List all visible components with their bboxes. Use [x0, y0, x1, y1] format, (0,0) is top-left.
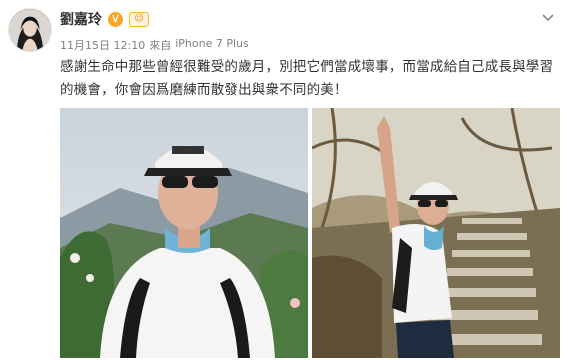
source-device[interactable]: iPhone 7 Plus — [175, 37, 249, 53]
post-header: 劉嘉玲 V ☺ — [60, 8, 149, 30]
photo-stairs-raised-arm[interactable] — [312, 108, 560, 358]
vip-level-icon: ☺ — [129, 11, 149, 27]
source-prefix: 來自 — [149, 39, 172, 52]
post-meta: 11月15日 12:10 來自 iPhone 7 Plus — [60, 37, 249, 53]
post-timestamp[interactable]: 11月15日 12:10 — [60, 37, 145, 53]
chevron-down-icon[interactable] — [541, 10, 555, 24]
post-content: 感謝生命中那些曾經很難受的歲月，別把它們當成壞事，而當成給自己成長與學習的機會，… — [60, 59, 554, 98]
photo-hiking-selfie[interactable] — [60, 108, 308, 358]
username[interactable]: 劉嘉玲 — [60, 9, 102, 29]
avatar[interactable] — [8, 8, 52, 52]
verified-v-icon: V — [108, 11, 123, 27]
